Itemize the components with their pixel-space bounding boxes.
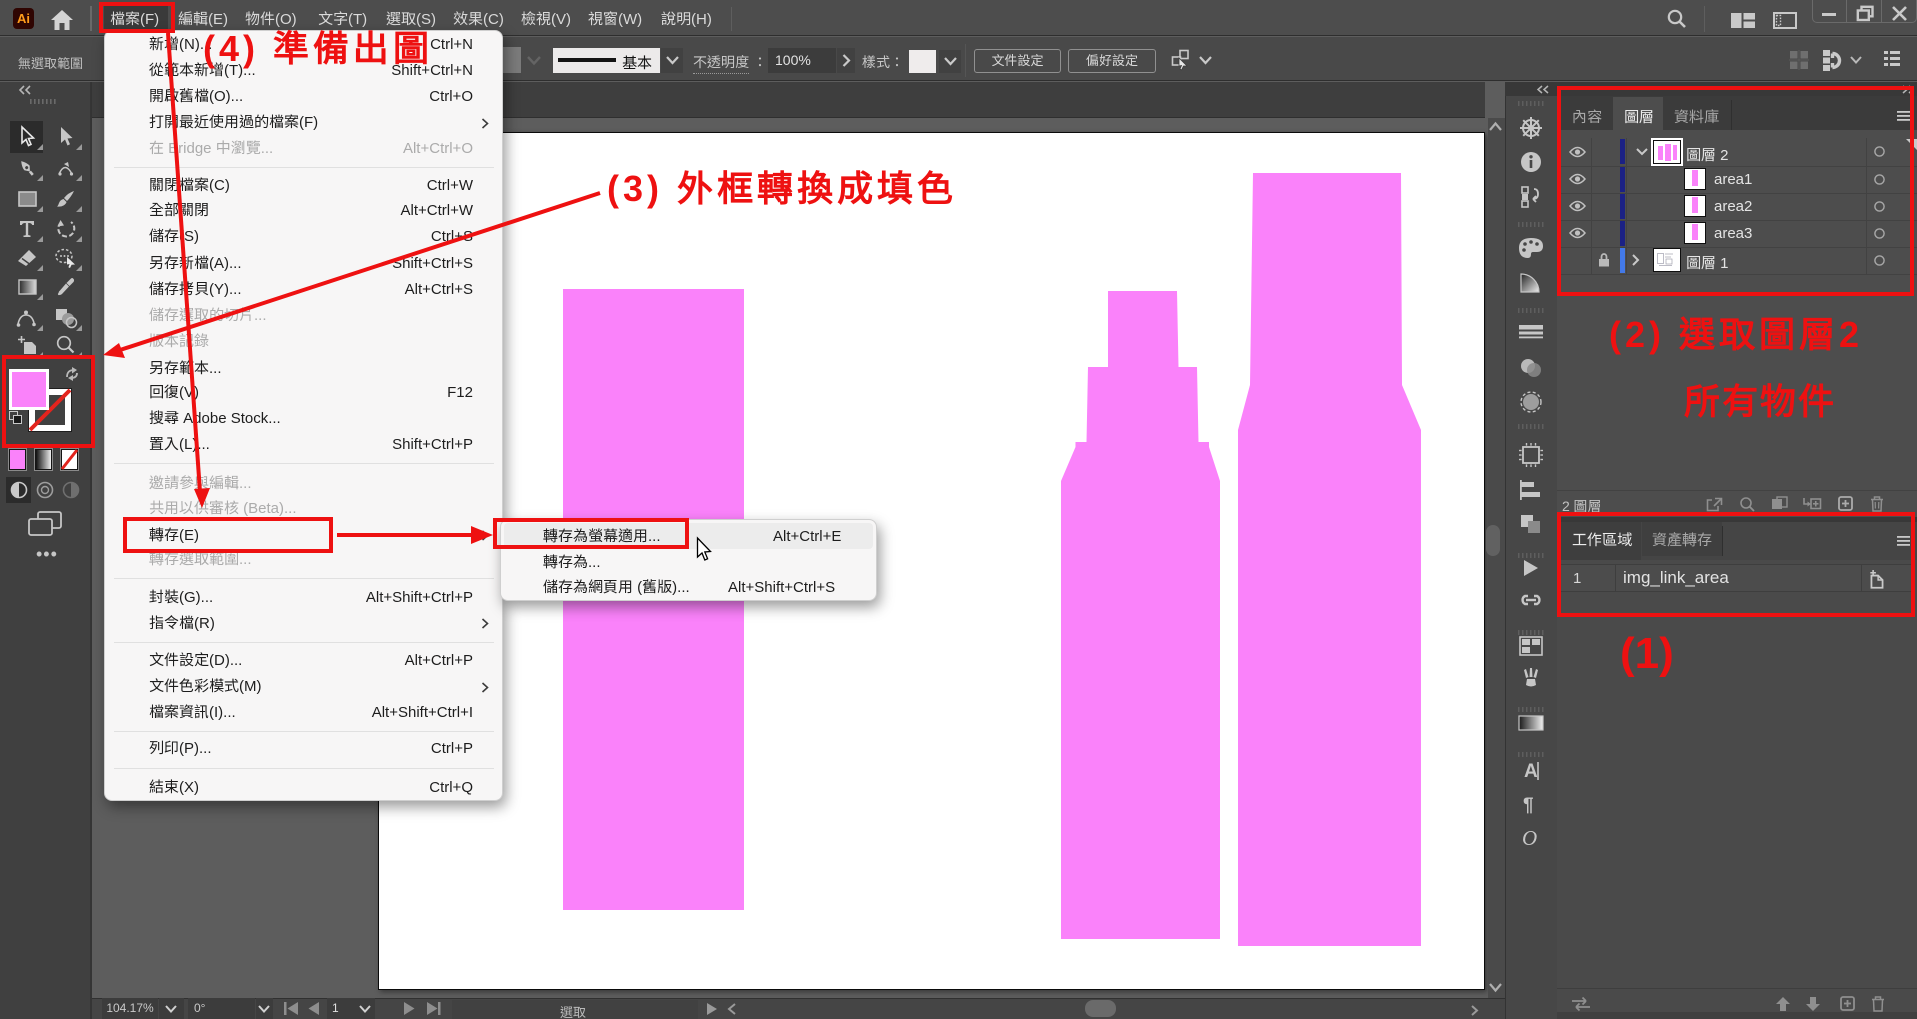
svg-text:O: O xyxy=(1522,826,1537,850)
svg-text:¶: ¶ xyxy=(1523,795,1534,816)
svg-text:A: A xyxy=(1524,761,1538,782)
